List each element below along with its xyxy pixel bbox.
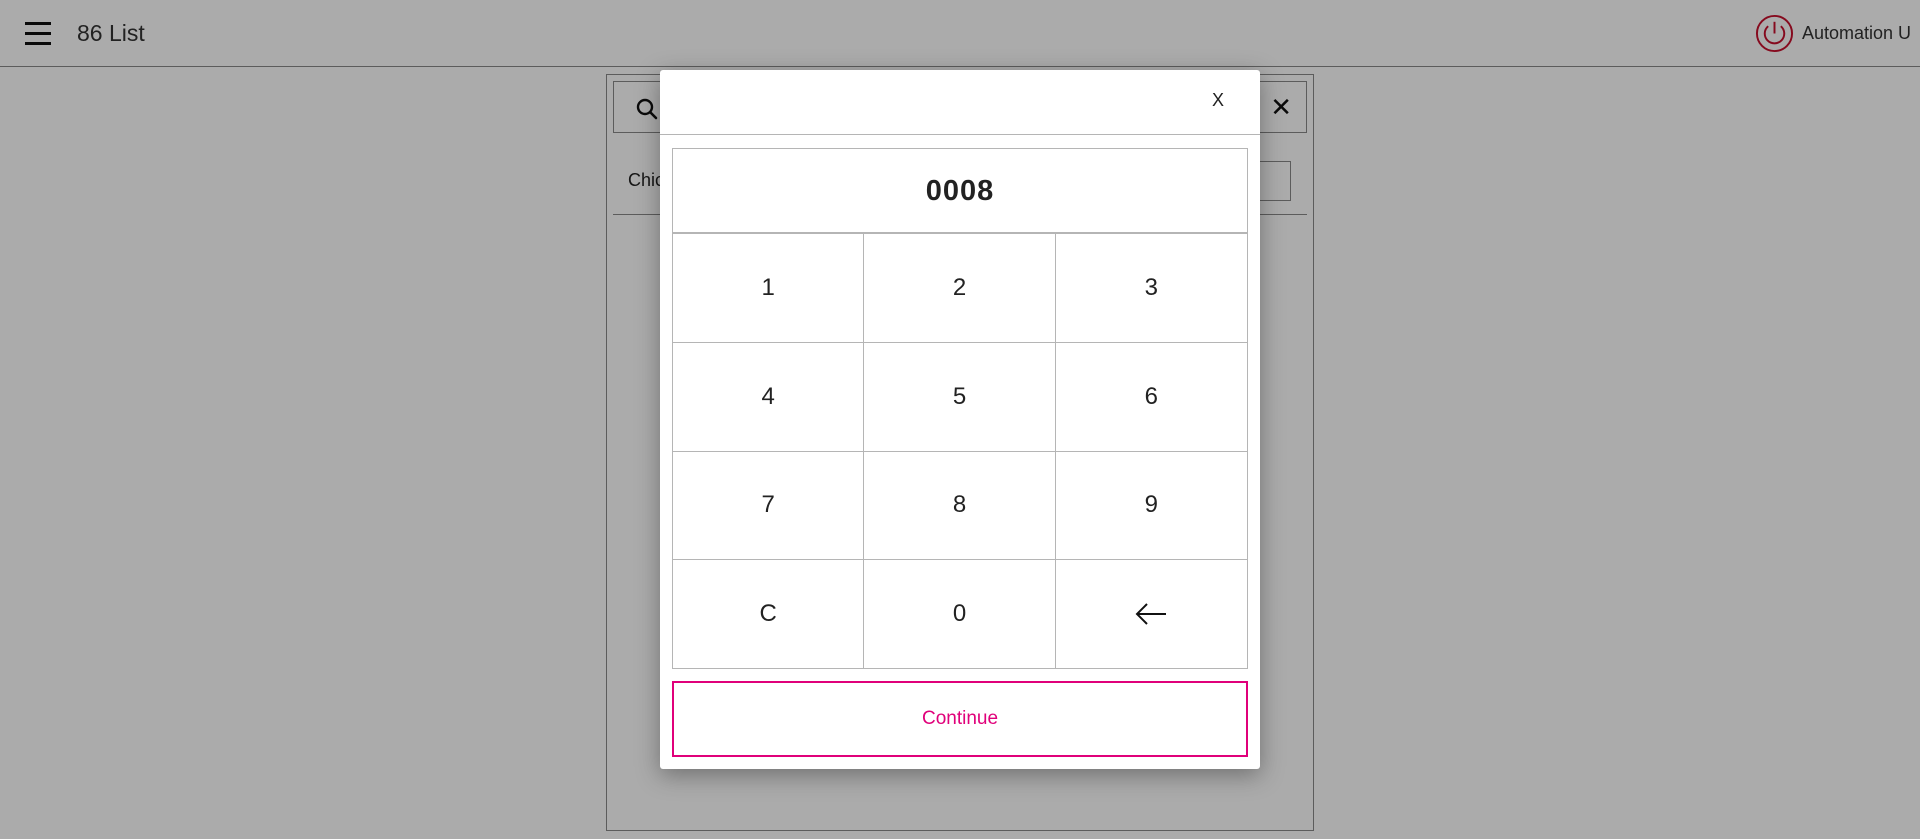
- dialog-close-button[interactable]: X: [1212, 90, 1224, 111]
- pin-entry-dialog: X 0008 1 2 3 4 5 6 7 8 9 C 0 Continue: [660, 70, 1260, 769]
- dialog-header: X: [660, 70, 1260, 135]
- key-9[interactable]: 9: [1055, 450, 1247, 560]
- key-2[interactable]: 2: [864, 233, 1056, 342]
- clear-key[interactable]: C: [673, 559, 865, 668]
- key-4[interactable]: 4: [673, 341, 865, 451]
- key-8[interactable]: 8: [864, 450, 1056, 560]
- key-6[interactable]: 6: [1055, 341, 1247, 451]
- arrow-left-icon: [1135, 603, 1167, 625]
- key-5[interactable]: 5: [864, 341, 1056, 451]
- key-7[interactable]: 7: [673, 450, 865, 560]
- key-3[interactable]: 3: [1055, 233, 1247, 342]
- key-1[interactable]: 1: [673, 233, 865, 342]
- backspace-key[interactable]: [1055, 559, 1247, 668]
- numeric-keypad: 1 2 3 4 5 6 7 8 9 C 0: [672, 232, 1248, 669]
- continue-button[interactable]: Continue: [672, 681, 1248, 757]
- key-0[interactable]: 0: [864, 559, 1056, 668]
- pin-display: 0008: [672, 148, 1248, 232]
